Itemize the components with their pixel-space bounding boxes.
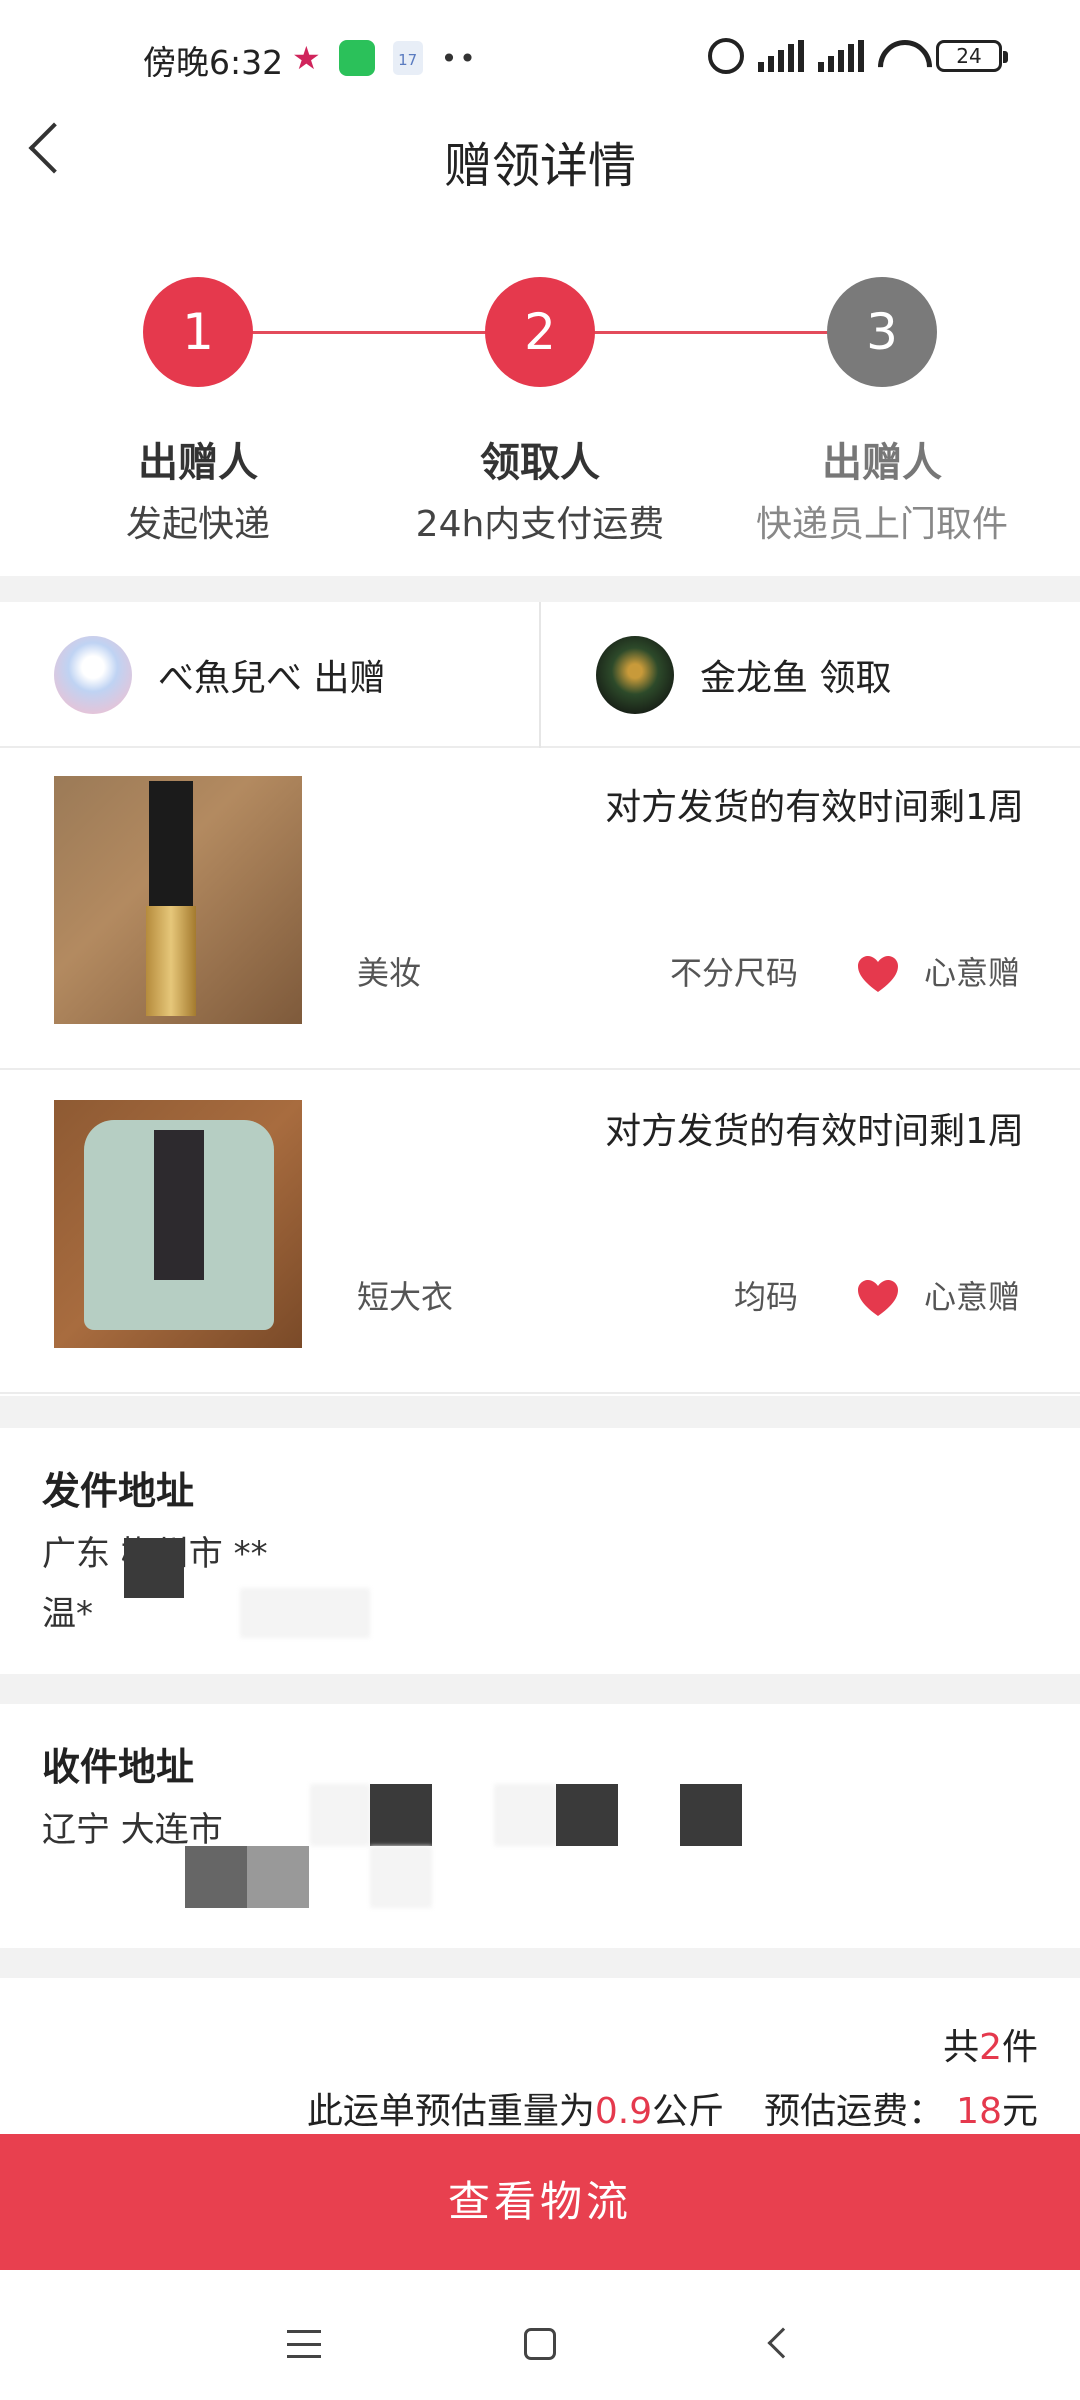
item-deadline: 对方发货的有效时间剩1周 xyxy=(605,787,1024,828)
more-dots-icon: •• xyxy=(440,41,478,75)
item-tag: 心意赠 xyxy=(923,1278,1020,1316)
signal-icon xyxy=(818,40,864,72)
item-tag: 心意赠 xyxy=(923,954,1020,992)
list-item[interactable]: 对方发货的有效时间剩1周 短大衣 均码 心意赠 xyxy=(0,1072,1080,1394)
heart-icon xyxy=(856,954,900,994)
redaction xyxy=(494,1784,556,1846)
section-divider xyxy=(0,1674,1080,1704)
receiver-address-line: 辽宁 大连市 xyxy=(42,1810,223,1850)
redaction xyxy=(124,1538,184,1598)
weight-prefix: 此运单预估重量为 xyxy=(306,2091,595,2132)
step-3-subtitle: 快递员上门取件 xyxy=(755,504,1008,545)
system-status-icons: 24 xyxy=(708,38,1008,74)
redaction xyxy=(185,1846,247,1908)
item-deadline: 对方发货的有效时间剩1周 xyxy=(605,1111,1024,1152)
parties-row: べ魚兒べ 出赠 金龙鱼 领取 xyxy=(0,602,1080,748)
step-connector xyxy=(250,331,490,334)
section-divider xyxy=(0,576,1080,602)
redaction xyxy=(680,1784,742,1846)
party-divider xyxy=(539,602,541,748)
weight-value: 0.9 xyxy=(594,2091,653,2132)
receiver-label: 金龙鱼 领取 xyxy=(700,658,892,699)
redaction xyxy=(247,1846,309,1908)
sender-label: べ魚兒べ 出赠 xyxy=(158,658,386,699)
step-2-subtitle: 24h内支付运费 xyxy=(415,504,665,545)
count-suffix: 件 xyxy=(1001,2027,1038,2068)
redaction xyxy=(556,1784,618,1846)
view-logistics-button[interactable]: 查看物流 xyxy=(0,2134,1080,2270)
page-title: 赠领详情 xyxy=(443,138,636,194)
battery-icon: 24 xyxy=(936,40,1008,72)
step-3-circle: 3 xyxy=(827,277,937,387)
receiver-address-section: 收件地址 辽宁 大连市 xyxy=(0,1704,1080,1948)
back-icon[interactable] xyxy=(767,2327,799,2359)
heart-icon xyxy=(856,1278,900,1318)
wechat-icon xyxy=(338,40,375,76)
alarm-icon xyxy=(708,38,744,74)
menu-icon[interactable] xyxy=(287,2330,321,2358)
redaction xyxy=(370,1846,432,1908)
step-1-title: 出赠人 xyxy=(138,440,258,486)
item-size: 均码 xyxy=(733,1278,798,1316)
system-navigation-bar xyxy=(0,2270,1080,2400)
notification-icons: ★ 17 •• xyxy=(292,40,478,76)
fee-value: 18 xyxy=(956,2091,1002,2132)
fee-prefix: 预估运费： xyxy=(764,2091,945,2132)
list-item[interactable]: 对方发货的有效时间剩1周 美妆 不分尺码 心意赠 xyxy=(0,748,1080,1070)
receiver-party[interactable]: 金龙鱼 领取 xyxy=(596,602,891,748)
step-1-subtitle: 发起快递 xyxy=(125,504,270,545)
step-2-title: 领取人 xyxy=(480,440,600,486)
sender-address-name: 温* xyxy=(42,1594,93,1634)
step-connector xyxy=(590,331,830,334)
sender-address-title: 发件地址 xyxy=(42,1469,195,1513)
receiver-address-title: 收件地址 xyxy=(42,1745,195,1789)
star-icon: ★ xyxy=(292,39,321,77)
redaction xyxy=(240,1588,370,1638)
calendar-icon: 17 xyxy=(392,41,423,75)
item-size: 不分尺码 xyxy=(669,954,798,992)
status-time: 傍晚6:32 xyxy=(143,43,284,82)
wifi-icon xyxy=(878,40,922,72)
step-3-title: 出赠人 xyxy=(822,440,942,486)
count-prefix: 共 xyxy=(943,2027,980,2068)
shipping-estimate: 此运单预估重量为0.9公斤 预估运费： 18元 xyxy=(307,2082,1038,2134)
hd-signal-icon xyxy=(758,40,804,72)
fee-unit: 元 xyxy=(1001,2091,1038,2132)
section-divider xyxy=(0,1396,1080,1428)
home-icon[interactable] xyxy=(524,2328,556,2360)
step-2-circle: 2 xyxy=(485,277,595,387)
sender-address-section: 发件地址 广东 梅州市 ** 温* xyxy=(0,1428,1080,1674)
avatar xyxy=(596,636,674,714)
count-value: 2 xyxy=(979,2027,1002,2068)
weight-unit: 公斤 xyxy=(652,2091,725,2132)
item-count: 共2件 xyxy=(943,2018,1038,2070)
item-photo xyxy=(54,1100,302,1348)
redaction xyxy=(310,1784,370,1846)
item-category: 短大衣 xyxy=(357,1278,454,1316)
item-photo xyxy=(54,776,302,1024)
sender-party[interactable]: べ魚兒べ 出赠 xyxy=(54,602,385,748)
item-category: 美妆 xyxy=(357,954,422,992)
redaction xyxy=(370,1784,432,1846)
step-1-circle: 1 xyxy=(143,277,253,387)
avatar xyxy=(54,636,132,714)
status-bar: 傍晚6:32 ★ 17 •• 24 xyxy=(0,0,1080,120)
section-divider xyxy=(0,1948,1080,1978)
